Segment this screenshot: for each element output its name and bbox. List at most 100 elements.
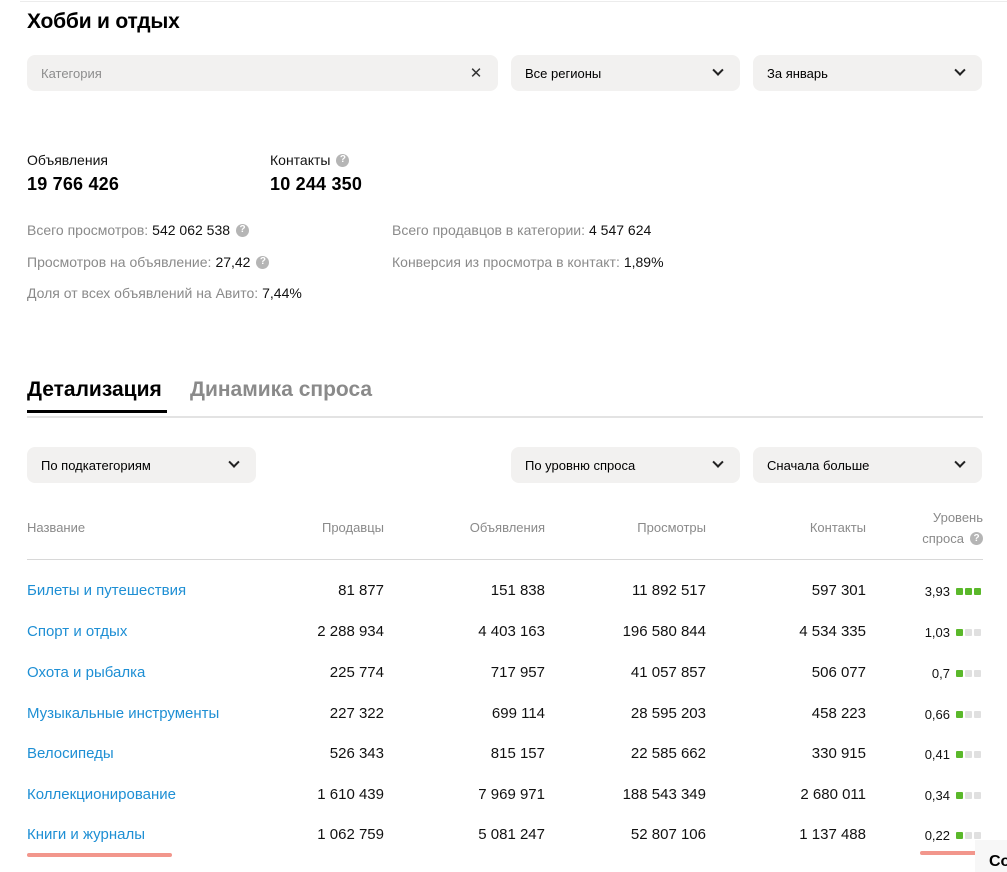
row-views: 52 807 106 xyxy=(630,826,706,843)
sort-field-select[interactable]: По уровню спроса xyxy=(511,447,740,483)
highlight-underline xyxy=(27,853,172,857)
total-views-label: Всего просмотров: xyxy=(27,222,149,238)
demand-value: 0,7 xyxy=(931,666,950,681)
level-dot xyxy=(965,629,972,636)
level-dot xyxy=(974,711,981,718)
total-views-value: 542 062 538 xyxy=(152,222,231,238)
demand-level-indicator xyxy=(956,792,983,799)
row-views: 188 543 349 xyxy=(622,786,706,803)
row-ads: 5 081 247 xyxy=(478,826,545,843)
table-row: Билеты и путешествия 81 877 151 838 11 892 … xyxy=(0,582,1007,622)
table-row: Коллекционирование 1 610 439 7 969 971 188 … xyxy=(0,786,1007,826)
level-dot xyxy=(956,588,963,595)
level-dot xyxy=(956,792,963,799)
row-sellers: 1 610 439 xyxy=(317,786,384,803)
top-divider xyxy=(20,1,1007,2)
sort-order-select[interactable]: Сначала больше xyxy=(753,447,982,483)
row-contacts: 2 680 011 xyxy=(800,786,866,803)
table-row: Спорт и отдых 2 288 934 4 403 163 196 580 8… xyxy=(0,623,1007,663)
demand-level-indicator xyxy=(956,629,983,636)
demand-value: 0,66 xyxy=(924,707,950,722)
row-sellers: 227 322 xyxy=(329,705,384,722)
demand-level-indicator xyxy=(956,832,983,839)
row-name-link[interactable]: Велосипеды xyxy=(27,745,114,762)
table-row: Велосипеды 526 343 815 157 22 585 662 330 91… xyxy=(0,745,1007,785)
row-name-link[interactable]: Книги и журналы xyxy=(27,826,145,843)
chevron-down-icon xyxy=(710,456,726,473)
sellers-label: Всего продавцов в категории: xyxy=(392,222,585,238)
group-by-select[interactable]: По подкатегориям xyxy=(27,447,256,483)
level-dot xyxy=(974,670,981,677)
table-row: Книги и журналы 1 062 759 5 081 247 52 807 … xyxy=(0,826,1007,866)
header-demand[interactable]: спроса ? xyxy=(922,531,983,546)
level-dot xyxy=(974,588,981,595)
table-row: Музыкальные инструменты 227 322 699 114 28 … xyxy=(0,705,1007,745)
help-icon[interactable]: ? xyxy=(236,223,250,237)
header-contacts[interactable]: Контакты xyxy=(810,520,866,535)
level-dot xyxy=(965,792,972,799)
level-dot xyxy=(974,751,981,758)
row-views: 41 057 857 xyxy=(630,664,706,681)
help-icon[interactable]: ? xyxy=(336,153,350,167)
row-sellers: 81 877 xyxy=(338,582,384,599)
ads-label: Объявления xyxy=(27,152,108,168)
row-name-link[interactable]: Охота и рыбалка xyxy=(27,664,145,681)
header-views[interactable]: Просмотры xyxy=(637,520,706,535)
level-dot xyxy=(956,832,963,839)
category-search-input[interactable]: Категория ✕ xyxy=(27,55,498,91)
ads-label-text: Объявления xyxy=(27,152,108,168)
conversion-label: Конверсия из просмотра в контакт: xyxy=(392,254,620,270)
period-select[interactable]: За январь xyxy=(753,55,982,91)
header-ads[interactable]: Объявления xyxy=(470,520,545,535)
share-label: Доля от всех объявлений на Авито: xyxy=(27,285,259,301)
row-sellers: 2 288 934 xyxy=(317,623,384,640)
demand-level: 0,66 xyxy=(925,707,983,722)
contacts-label: Контакты ? xyxy=(270,152,350,168)
corner-fragment: Co xyxy=(989,853,1007,870)
level-dot xyxy=(965,588,972,595)
row-ads: 717 957 xyxy=(490,664,545,681)
row-name-link[interactable]: Билеты и путешествия xyxy=(27,582,186,599)
help-icon[interactable]: ? xyxy=(970,532,983,545)
row-name-link[interactable]: Музыкальные инструменты xyxy=(27,705,219,722)
sort-field-value: По уровню спроса xyxy=(525,457,636,473)
region-select-value: Все регионы xyxy=(525,65,602,81)
header-name[interactable]: Название xyxy=(27,520,85,535)
region-select[interactable]: Все регионы xyxy=(511,55,740,91)
row-contacts: 458 223 xyxy=(811,705,866,722)
row-sellers: 225 774 xyxy=(329,664,384,681)
demand-level-indicator xyxy=(956,588,983,595)
demand-level-indicator xyxy=(956,751,983,758)
level-dot xyxy=(965,670,972,677)
header-sellers[interactable]: Продавцы xyxy=(322,520,384,535)
chevron-down-icon xyxy=(952,456,968,473)
tab-dynamics[interactable]: Динамика спроса xyxy=(190,378,372,402)
row-name-link[interactable]: Коллекционирование xyxy=(27,786,176,803)
ads-value: 19 766 426 xyxy=(27,174,120,194)
views-per-ad-metric: Просмотров на объявление: 27,42 ? xyxy=(27,254,270,270)
level-dot xyxy=(956,711,963,718)
tabs-divider xyxy=(27,416,983,418)
help-icon[interactable]: ? xyxy=(256,255,270,269)
row-views: 196 580 844 xyxy=(622,623,706,640)
row-contacts: 506 077 xyxy=(811,664,866,681)
header-demand-line2: спроса xyxy=(922,531,964,546)
table-row: Охота и рыбалка 225 774 717 957 41 057 857 5… xyxy=(0,664,1007,704)
row-ads: 4 403 163 xyxy=(478,623,545,640)
row-views: 28 595 203 xyxy=(630,705,706,722)
conversion-value: 1,89% xyxy=(623,254,664,270)
demand-level: 0,41 xyxy=(925,747,983,762)
tab-detail[interactable]: Детализация xyxy=(27,378,162,402)
demand-level-indicator xyxy=(956,711,983,718)
row-sellers: 526 343 xyxy=(329,745,384,762)
sellers-metric: Всего продавцов в категории: 4 547 624 xyxy=(392,222,651,238)
clear-icon[interactable]: ✕ xyxy=(468,65,484,81)
row-ads: 7 969 971 xyxy=(478,786,545,803)
row-contacts: 4 534 335 xyxy=(799,623,866,640)
page-title: Хобби и отдых xyxy=(27,10,180,33)
level-dot xyxy=(974,629,981,636)
header-demand-line1[interactable]: Уровень xyxy=(933,510,983,525)
level-dot xyxy=(974,832,981,839)
row-name-link[interactable]: Спорт и отдых xyxy=(27,623,127,640)
contacts-label-text: Контакты xyxy=(270,152,331,168)
